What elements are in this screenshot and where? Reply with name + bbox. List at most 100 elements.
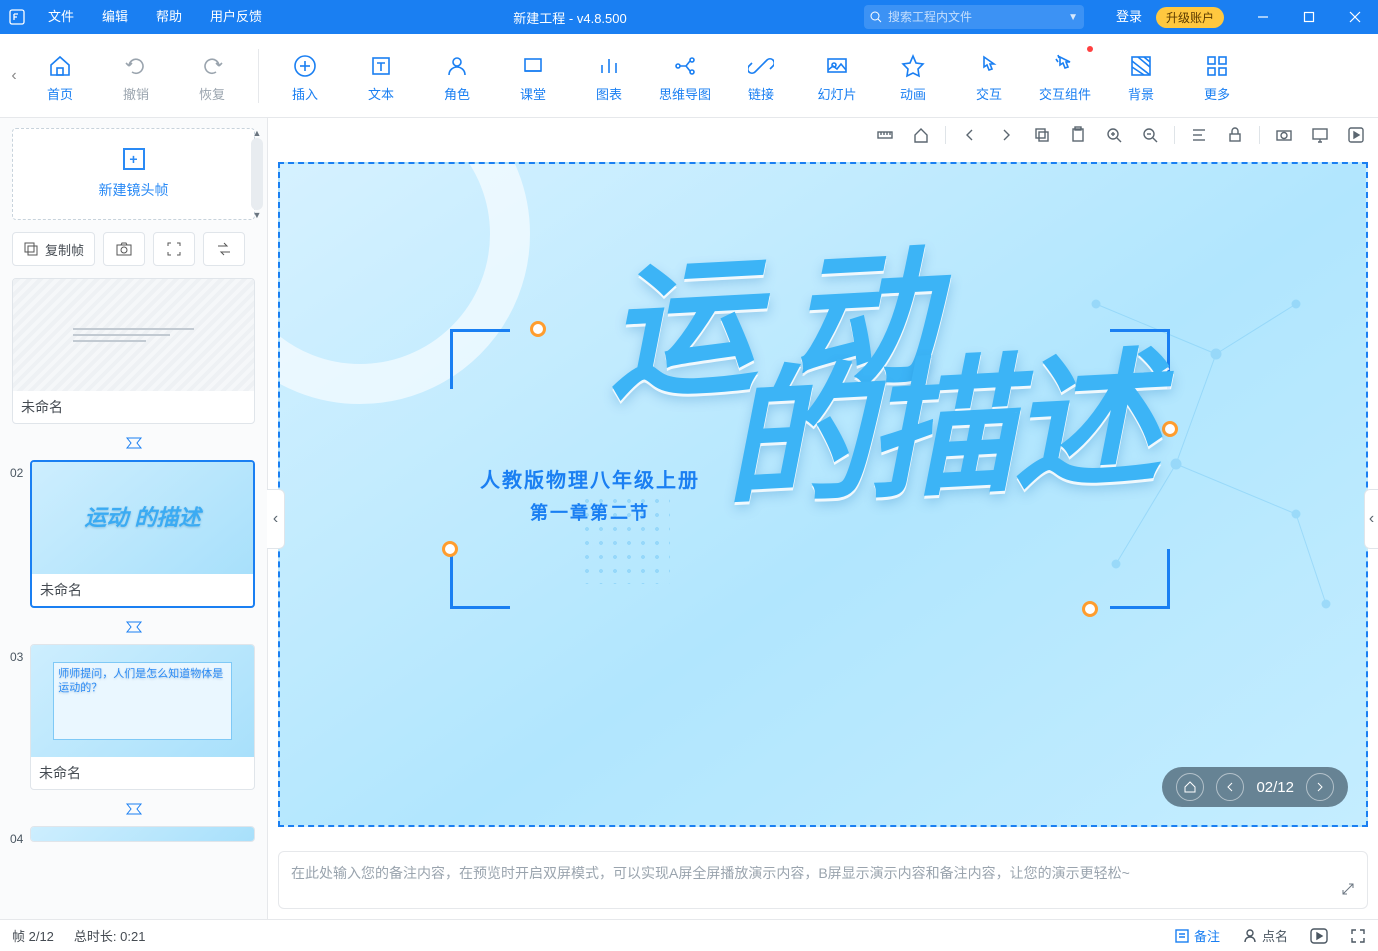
camera-button[interactable] [103,232,145,266]
status-notes-button[interactable]: 备注 [1174,926,1220,945]
tb-animation[interactable]: 动画 [875,48,951,103]
ct-align[interactable] [1187,123,1211,147]
tb-class[interactable]: 课堂 [495,48,571,103]
ct-forward[interactable] [994,123,1018,147]
ct-back[interactable] [958,123,982,147]
slide-title-line2: 的描述 [720,353,1158,509]
slide-canvas[interactable]: 人教版物理八年级上册 第一章第二节 运 动 的描述 02/12 [278,162,1368,827]
tb-mindmap[interactable]: 思维导图 [647,48,723,103]
menu-edit[interactable]: 编辑 [88,0,142,34]
new-frame-label: 新建镜头帧 [99,180,169,200]
window-close-button[interactable] [1332,0,1378,34]
ct-ruler[interactable] [873,123,897,147]
tb-mindmap-label: 思维导图 [659,84,711,103]
copy-frame-button[interactable]: 复制帧 [12,232,95,266]
thumbnail-3-number: 03 [10,650,23,664]
transition-button[interactable] [203,232,245,266]
grid-icon [1204,48,1230,84]
thumbnail-3[interactable]: 03 师师提问，人们是怎么知道物体是运动的？ 未命名 [12,644,255,790]
search-input[interactable] [888,10,1062,24]
thumbnail-2[interactable]: 02 运动 的描述 未命名 [12,460,255,608]
status-roll-button[interactable]: 点名 [1242,926,1288,945]
status-fullscreen-button[interactable] [1350,928,1366,944]
notes-icon [1174,928,1190,944]
notes-expand-button[interactable] [1337,878,1359,900]
tb-more[interactable]: 更多 [1179,48,1255,103]
window-title: 新建工程 - v4.8.500 [276,8,864,27]
tb-slide-label: 幻灯片 [817,84,856,103]
login-button[interactable]: 登录 [1102,0,1156,34]
ct-lock[interactable] [1223,123,1247,147]
ct-zoom-out[interactable] [1138,123,1162,147]
ct-home[interactable] [909,123,933,147]
tb-insert[interactable]: 插入 [267,48,343,103]
nav-prev-button[interactable] [1216,773,1244,801]
tb-role[interactable]: 角色 [419,48,495,103]
thumbnail-1-title: 未命名 [13,391,254,423]
collapse-side-panel-button[interactable]: ‹ [267,489,285,549]
notification-dot-icon [1087,46,1093,52]
status-bar: 帧 2/12 总时长: 0:21 备注 点名 [0,919,1378,951]
scan-button[interactable] [153,232,195,266]
transition-icon [215,240,233,258]
slide-title: 运 动 的描述 [604,240,1158,514]
tb-interact-widget[interactable]: 交互组件 [1027,48,1103,103]
thumbnail-4-number: 04 [10,832,23,846]
tb-text[interactable]: 文本 [343,48,419,103]
search-box[interactable]: ▼ [864,5,1084,29]
collapse-right-panel-button[interactable]: ‹ [1364,489,1378,549]
decor-dot-icon [530,321,546,337]
toolbar: ‹ 首页 撤销 恢复 插入 文本 角色 课堂 图表 思维导图 链接 幻灯片 动画… [0,34,1378,118]
timeline-marker-icon [12,432,255,460]
nav-home-button[interactable] [1176,773,1204,801]
side-scrollbar[interactable]: ▲▼ [251,128,263,200]
undo-icon [123,48,149,84]
tb-link[interactable]: 链接 [723,48,799,103]
tb-home[interactable]: 首页 [22,48,98,103]
ct-paste[interactable] [1066,123,1090,147]
side-panel: + 新建镜头帧 ▲▼ 复制帧 未命名 [0,118,268,919]
thumbnail-4[interactable]: 04 [12,826,255,842]
ct-copy[interactable] [1030,123,1054,147]
ct-camera[interactable] [1272,123,1296,147]
ct-present[interactable] [1308,123,1332,147]
classroom-icon [520,48,546,84]
ct-zoom-in[interactable] [1102,123,1126,147]
tb-animation-label: 动画 [900,84,926,103]
tb-chart-label: 图表 [596,84,622,103]
plus-icon: + [123,148,145,170]
thumbnail-1[interactable]: 未命名 [12,278,255,424]
menu-feedback[interactable]: 用户反馈 [196,0,276,34]
menu-file[interactable]: 文件 [34,0,88,34]
ct-play[interactable] [1344,123,1368,147]
window-minimize-button[interactable] [1240,0,1286,34]
widget-icon [1052,48,1078,84]
tb-interact[interactable]: 交互 [951,48,1027,103]
canvas-area: ‹ ‹ [268,118,1378,919]
notes-area[interactable]: 在此处输入您的备注内容，在预览时开启双屏模式，可以实现A屏全屏播放演示内容，B屏… [278,851,1368,909]
tb-chart[interactable]: 图表 [571,48,647,103]
window-maximize-button[interactable] [1286,0,1332,34]
tb-background[interactable]: 背景 [1103,48,1179,103]
new-frame-button[interactable]: + 新建镜头帧 [12,128,255,220]
chart-icon [596,48,622,84]
tb-undo[interactable]: 撤销 [98,48,174,103]
status-play-button[interactable] [1310,928,1328,944]
person-icon [1242,928,1258,944]
toolbar-separator [258,49,259,103]
timeline-marker-icon [12,798,255,826]
nav-next-button[interactable] [1306,773,1334,801]
tb-undo-label: 撤销 [123,84,149,103]
search-dropdown-caret[interactable]: ▼ [1068,12,1078,23]
thumbnail-2-preview: 运动 的描述 [84,507,200,529]
notes-placeholder: 在此处输入您的备注内容，在预览时开启双屏模式，可以实现A屏全屏播放演示内容，B屏… [291,865,1130,881]
tb-link-label: 链接 [748,84,774,103]
tb-redo[interactable]: 恢复 [174,48,250,103]
tb-slide[interactable]: 幻灯片 [799,48,875,103]
plus-circle-icon [292,48,318,84]
slide-icon [824,48,850,84]
upgrade-button[interactable]: 升级账户 [1156,7,1224,28]
thumbnail-2-title: 未命名 [32,574,253,606]
toolbar-collapse-left[interactable]: ‹ [6,67,22,85]
menu-help[interactable]: 帮助 [142,0,196,34]
